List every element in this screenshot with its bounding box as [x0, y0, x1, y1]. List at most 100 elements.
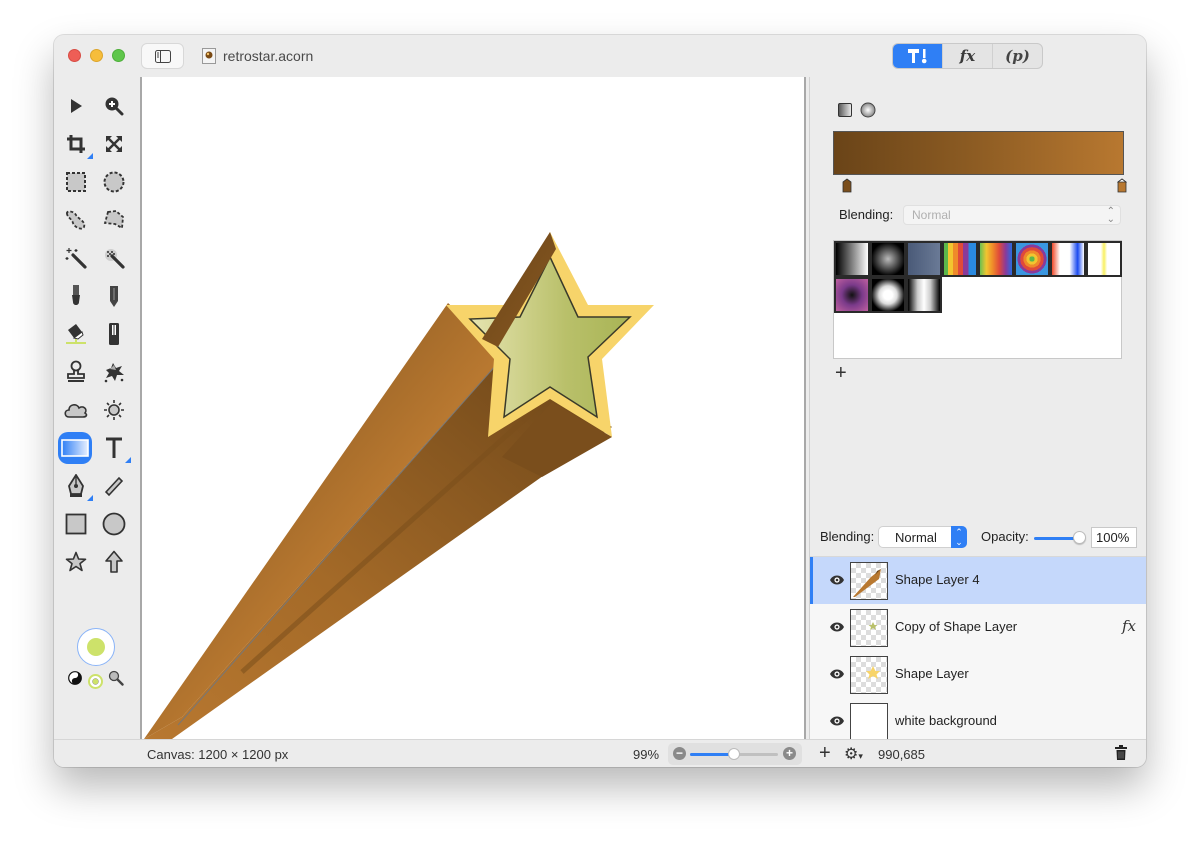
yellow-star-thumbnail — [866, 666, 880, 679]
crop-tool[interactable] — [59, 129, 93, 159]
text-tool[interactable] — [97, 433, 131, 463]
lasso-tool[interactable] — [59, 205, 93, 235]
magnifier-plus-icon — [105, 97, 124, 116]
brightness-tool[interactable] — [97, 395, 131, 425]
preset-silver-bands[interactable] — [906, 277, 942, 313]
minimize-window-button[interactable] — [90, 49, 103, 62]
shape-cloud-tool[interactable] — [59, 395, 93, 425]
document-icon — [202, 48, 216, 64]
document-title: retrostar.acorn — [223, 48, 314, 64]
layer-row[interactable]: Shape Layer 4 — [810, 557, 1146, 604]
smudge-tool[interactable] — [97, 357, 131, 387]
trash-icon[interactable] — [1115, 745, 1127, 760]
close-window-button[interactable] — [68, 49, 81, 62]
eraser-icon — [109, 323, 119, 345]
eye-icon[interactable] — [829, 574, 845, 586]
layer-row[interactable]: white background — [810, 698, 1146, 745]
preset-radial-gray[interactable] — [870, 241, 906, 277]
zoom-control: − + — [668, 743, 802, 765]
gradient-preview-bar[interactable] — [833, 131, 1124, 175]
app-window: retrostar.acorn fx (p) Blending: Normal … — [54, 35, 1146, 767]
magic-wand-icon — [65, 248, 87, 269]
opacity-slider-knob[interactable] — [1073, 531, 1086, 544]
gradient-tool[interactable] — [58, 432, 92, 464]
add-gradient-preset-button[interactable]: + — [835, 362, 847, 385]
gradient-stop-start[interactable] — [842, 178, 852, 193]
circle-icon — [102, 512, 126, 536]
dashed-circle-icon — [103, 171, 125, 193]
preset-rainbow-smooth[interactable] — [978, 241, 1014, 277]
zoom-in-button[interactable]: + — [783, 747, 796, 760]
paint-bucket-icon — [66, 324, 86, 344]
swap-colors-icon[interactable] — [68, 671, 82, 685]
layer-thumbnail — [850, 609, 888, 647]
tab-filters[interactable]: fx — [942, 44, 992, 68]
polygon-lasso-tool[interactable] — [97, 205, 131, 235]
linear-gradient-type-button[interactable] — [838, 103, 852, 117]
arrow-tool[interactable] — [97, 547, 131, 577]
instant-alpha-tool[interactable] — [97, 243, 131, 273]
rectangle-tool[interactable] — [59, 509, 93, 539]
tab-properties[interactable]: (p) — [992, 44, 1042, 68]
tab-tools[interactable] — [893, 44, 942, 68]
fill-color-well[interactable] — [77, 628, 115, 666]
image-canvas[interactable] — [140, 77, 806, 739]
zoom-slider-knob[interactable] — [728, 748, 740, 760]
gradient-stop-end[interactable] — [1117, 178, 1127, 193]
zoom-tool[interactable] — [97, 91, 131, 121]
preset-white-radial[interactable] — [870, 277, 906, 313]
pen-tool[interactable] — [59, 471, 93, 501]
opacity-input[interactable]: 100% — [1091, 527, 1137, 548]
fill-color-swatch — [87, 638, 105, 656]
clone-tool[interactable] — [59, 357, 93, 387]
pen-nib-icon — [68, 474, 84, 497]
magic-wand-tool[interactable] — [59, 243, 93, 273]
sidebar-toggle-button[interactable] — [141, 43, 184, 69]
preset-concentric-rainbow[interactable] — [1014, 241, 1050, 277]
pencil-tool[interactable] — [97, 281, 131, 311]
comet-thumbnail — [853, 569, 881, 597]
preset-purple-radial[interactable] — [834, 277, 870, 313]
canvas-scroll-area[interactable] — [138, 77, 808, 739]
layer-row[interactable]: Shape Layer — [810, 651, 1146, 698]
layer-blending-select[interactable]: Normal ⌃ ⌄ — [878, 526, 967, 548]
paint-bucket-tool[interactable] — [59, 319, 93, 349]
layer-name: Shape Layer 4 — [895, 572, 980, 587]
zoom-window-button[interactable] — [112, 49, 125, 62]
title-bar: retrostar.acorn fx (p) — [54, 35, 1146, 77]
add-layer-button[interactable]: + — [819, 742, 831, 765]
oval-tool[interactable] — [97, 509, 131, 539]
select-tool[interactable] — [59, 91, 93, 121]
dashed-rect-icon — [66, 172, 86, 192]
ellipse-select-tool[interactable] — [97, 167, 131, 197]
radial-gradient-type-button[interactable] — [860, 102, 876, 118]
chevron-updown-icon: ⌃ ⌄ — [951, 526, 967, 548]
eye-icon[interactable] — [829, 668, 845, 680]
arrow-pointer-icon — [71, 99, 82, 113]
layer-row[interactable]: Copy of Shape Layer fx — [810, 604, 1146, 651]
preset-black-white[interactable] — [834, 241, 870, 277]
preset-white-yellow-transparent[interactable] — [1086, 241, 1122, 277]
cursor-coordinates: 990,685 — [878, 747, 925, 762]
hammer-brush-icon — [907, 49, 926, 64]
layer-actions-menu[interactable]: ⚙▾ — [844, 744, 863, 764]
zoom-out-button[interactable]: − — [673, 747, 686, 760]
eye-icon[interactable] — [829, 715, 845, 727]
rectangle-icon — [65, 513, 87, 535]
preset-red-white-blue[interactable] — [1050, 241, 1086, 277]
transform-tool[interactable] — [97, 129, 131, 159]
line-tool[interactable] — [97, 471, 131, 501]
splat-icon — [104, 363, 124, 383]
toolbox — [54, 77, 138, 737]
eye-icon[interactable] — [829, 621, 845, 633]
eraser-tool[interactable] — [97, 319, 131, 349]
layer-thumbnail — [850, 656, 888, 694]
color-picker-magnifier-icon[interactable] — [108, 670, 124, 686]
brush-tool[interactable] — [59, 281, 93, 311]
stroke-color-well[interactable] — [88, 674, 103, 689]
preset-slate-blue[interactable] — [906, 241, 942, 277]
fx-indicator[interactable]: fx — [1122, 617, 1136, 635]
preset-rainbow-stripes[interactable] — [942, 241, 978, 277]
star-tool[interactable] — [59, 547, 93, 577]
rect-select-tool[interactable] — [59, 167, 93, 197]
